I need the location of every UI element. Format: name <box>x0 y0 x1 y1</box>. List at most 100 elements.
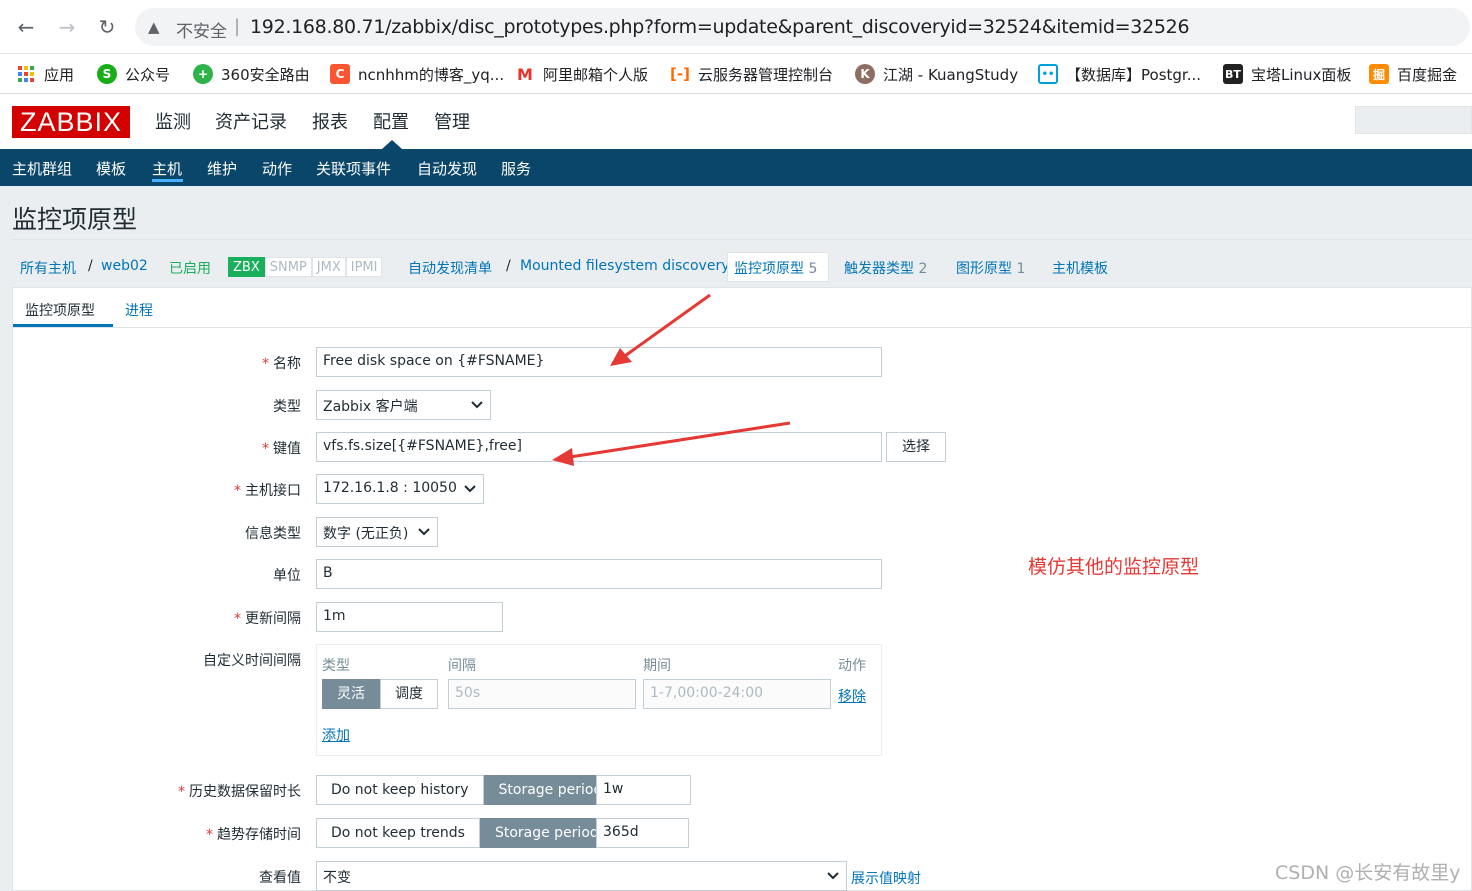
type-select[interactable]: Zabbix 客户端 <box>316 390 491 420</box>
add-interval-link[interactable]: 添加 <box>322 725 350 745</box>
breadcrumb-separator: / <box>88 258 93 274</box>
interval-input[interactable]: 1m <box>316 602 503 632</box>
subnav-services[interactable]: 服务 <box>501 158 531 179</box>
zabbix-header: ZABBIX 监测 资产记录 报表 配置 管理 <box>0 94 1472 149</box>
subnav-host-groups[interactable]: 主机群组 <box>12 158 72 179</box>
col-interval-header: 间隔 <box>448 658 476 674</box>
breadcrumb-discovery-list[interactable]: 自动发现清单 <box>408 258 492 278</box>
url-separator: | <box>234 16 241 37</box>
bookmark-bt[interactable]: BT 宝塔Linux面板 <box>1223 60 1351 88</box>
subnav-templates[interactable]: 模板 <box>96 158 126 179</box>
jmx-badge: JMX <box>311 257 346 277</box>
history-no-keep-option[interactable]: Do not keep history <box>316 775 484 805</box>
units-label: 单位 <box>273 568 301 584</box>
back-arrow-icon[interactable]: ← <box>13 14 39 40</box>
subnav-hosts[interactable]: 主机 <box>152 158 182 179</box>
warning-triangle-icon[interactable]: ▲ <box>148 18 160 36</box>
host-status-enabled[interactable]: 已启用 <box>169 258 211 278</box>
interval-label: * 更新间隔 <box>234 611 301 627</box>
forward-arrow-icon[interactable]: → <box>54 14 80 40</box>
history-label: * 历史数据保留时长 <box>178 784 301 800</box>
chevron-down-icon <box>464 485 476 493</box>
trends-storage-option[interactable]: Storage period <box>479 818 614 848</box>
bookmark-360[interactable]: +360安全路由 <box>193 60 310 88</box>
custom-intervals-label: 自定义时间间隔 <box>203 653 301 669</box>
bookmark-label: 阿里邮箱个人版 <box>543 65 649 84</box>
bookmark-juejin[interactable]: 掘百度掘金 <box>1369 60 1457 88</box>
flexible-option[interactable]: 灵活 <box>322 679 380 709</box>
info-type-select[interactable]: 数字 (无正负) <box>316 517 438 547</box>
active-menu-caret <box>382 140 402 149</box>
bookmark-label: 公众号 <box>125 65 171 84</box>
type-select-value: Zabbix 客户端 <box>323 399 418 415</box>
history-mode-toggle: Do not keep history Storage period <box>316 775 618 805</box>
interface-select[interactable]: 172.16.1.8 : 10050 <box>316 474 484 504</box>
page-body: 监控项原型 所有主机 / web02 已启用 ZBX SNMP JMX IPMI 自动… <box>0 186 1472 891</box>
trigger-prototypes-count: 2 <box>918 261 928 277</box>
menu-administration[interactable]: 管理 <box>434 108 470 134</box>
subnav-correlation[interactable]: 关联项事件 <box>316 158 391 179</box>
menu-configuration[interactable]: 配置 <box>373 108 409 134</box>
bookmark-kuangstudy[interactable]: K 江湖 - KuangStudy <box>855 60 1018 88</box>
bookmark-wechat[interactable]: S 公众号 <box>97 60 170 88</box>
breadcrumb-discovery-rule[interactable]: Mounted filesystem discovery <box>520 258 730 274</box>
breadcrumb-separator: / <box>506 258 511 274</box>
trends-input[interactable]: 365d <box>596 818 689 848</box>
name-label: * 名称 <box>262 356 301 372</box>
tab-divider <box>13 327 1472 328</box>
trends-no-keep-option[interactable]: Do not keep trends <box>316 818 480 848</box>
snmp-badge: SNMP <box>264 257 312 277</box>
breadcrumb-host-prototypes[interactable]: 主机模板 <box>1052 258 1108 278</box>
interface-label: * 主机接口 <box>234 483 301 499</box>
bookmark-label: 百度掘金 <box>1397 65 1458 84</box>
menu-reports[interactable]: 报表 <box>312 108 348 134</box>
key-select-button[interactable]: 选择 <box>886 432 946 462</box>
col-action-header: 动作 <box>838 658 866 674</box>
subnav-actions[interactable]: 动作 <box>262 158 292 179</box>
bookmark-csdn[interactable]: Cncnhhm的博客_yq... <box>330 60 504 88</box>
url-text[interactable]: 192.168.80.71/zabbix/disc_prototypes.php… <box>250 16 1190 38</box>
flex-interval-input[interactable]: 50s <box>448 679 636 709</box>
reload-icon[interactable]: ↻ <box>94 14 120 40</box>
tab-preprocessing[interactable]: 进程 <box>125 300 153 320</box>
bookmark-label: 宝塔Linux面板 <box>1251 65 1352 84</box>
bookmark-bilibili[interactable]: •• 【数据库】Postgr... <box>1038 60 1201 88</box>
zbx-badge: ZBX <box>228 257 265 277</box>
360-icon: + <box>193 64 213 84</box>
bookmark-alimail[interactable]: M 阿里邮箱个人版 <box>515 60 648 88</box>
insecure-label[interactable]: 不安全 <box>176 17 227 42</box>
breadcrumb-host[interactable]: web02 <box>101 258 148 274</box>
form-container: 监控项原型 进程 * 名称 Free disk space on {#FSNAME… <box>12 287 1472 891</box>
col-type-header: 类型 <box>322 658 350 674</box>
csdn-icon: C <box>330 64 350 84</box>
bookmark-apps[interactable]: 应用 <box>16 60 74 88</box>
key-input[interactable]: vfs.fs.size[{#FSNAME},free] <box>316 432 882 462</box>
kuang-icon: K <box>855 64 875 84</box>
breadcrumb-graph-prototypes[interactable]: 图形原型 1 <box>956 258 1025 278</box>
name-input[interactable]: Free disk space on {#FSNAME} <box>316 347 882 377</box>
menu-monitoring[interactable]: 监测 <box>155 108 191 134</box>
remove-interval-link[interactable]: 移除 <box>838 686 866 706</box>
menu-inventory[interactable]: 资产记录 <box>215 108 287 134</box>
breadcrumb-trigger-prototypes[interactable]: 触发器类型 2 <box>844 258 927 278</box>
bookmark-label: 【数据库】Postgr... <box>1066 65 1202 84</box>
scheduling-option[interactable]: 调度 <box>380 679 438 709</box>
bookmark-label: 应用 <box>44 65 75 84</box>
tab-item-prototype[interactable]: 监控项原型 <box>25 300 95 320</box>
breadcrumb-item-prototypes[interactable]: 监控项原型 5 <box>734 258 817 278</box>
bookmark-aliyun[interactable]: [-] 云服务器管理控制台 <box>670 60 833 88</box>
subnav-discovery[interactable]: 自动发现 <box>417 158 477 179</box>
flex-period-input[interactable]: 1-7,00:00-24:00 <box>643 679 831 709</box>
subnav-active-indicator <box>152 179 183 182</box>
history-input[interactable]: 1w <box>596 775 691 805</box>
zabbix-logo[interactable]: ZABBIX <box>12 106 130 138</box>
subnav-maintenance[interactable]: 维护 <box>207 158 237 179</box>
watermark-text: CSDN @长安有故里y <box>1275 862 1461 884</box>
valuemap-select[interactable]: 不变 <box>316 861 847 891</box>
info-type-label: 信息类型 <box>245 526 301 542</box>
chevron-down-icon <box>827 872 839 880</box>
units-input[interactable]: B <box>316 559 882 589</box>
breadcrumb-all-hosts[interactable]: 所有主机 <box>20 258 76 278</box>
search-input[interactable] <box>1355 106 1472 134</box>
show-valuemap-link[interactable]: 展示值映射 <box>851 868 921 888</box>
